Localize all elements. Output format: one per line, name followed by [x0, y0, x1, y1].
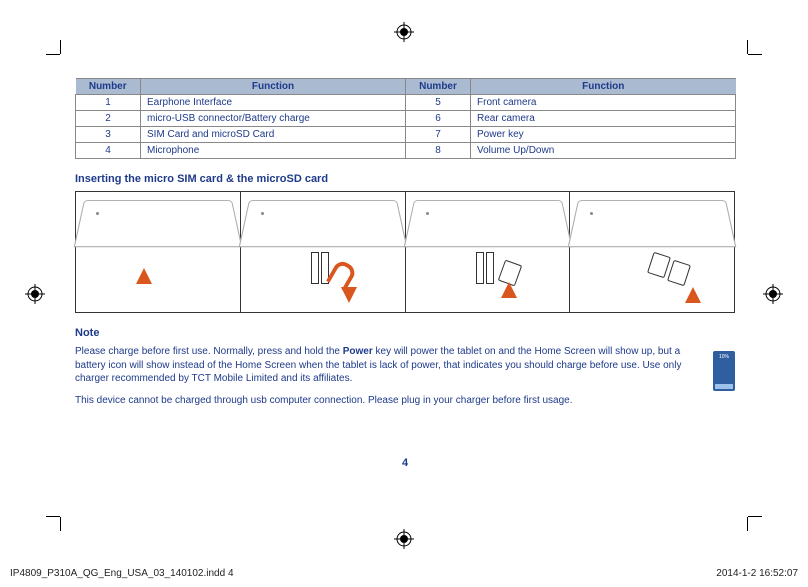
cell-number: 2 [76, 111, 141, 127]
registration-mark-icon [763, 284, 783, 304]
low-battery-icon [713, 351, 735, 391]
note-text: Please charge before first use. Normally… [75, 345, 705, 407]
registration-mark-icon [25, 284, 45, 304]
arrow-up-icon [501, 282, 517, 298]
section-title: Inserting the micro SIM card & the micro… [75, 173, 735, 185]
footer-file: IP4809_P310A_QG_Eng_USA_03_140102.indd 4 [10, 568, 234, 579]
arrow-up-icon [136, 268, 152, 284]
arrow-up-icon [685, 287, 701, 303]
cell-function: Power key [471, 127, 736, 143]
registration-mark-icon [394, 529, 414, 549]
cell-function: Rear camera [471, 111, 736, 127]
print-footer: IP4809_P310A_QG_Eng_USA_03_140102.indd 4… [10, 568, 798, 579]
function-table: Number Function Number Function 1 Earpho… [75, 78, 736, 159]
arrow-down-icon [341, 287, 357, 303]
cell-number: 7 [406, 127, 471, 143]
cell-function: Front camera [471, 95, 736, 111]
cell-number: 6 [406, 111, 471, 127]
cell-function: micro-USB connector/Battery charge [141, 111, 406, 127]
col-number: Number [406, 79, 471, 95]
sim-card-icon [647, 252, 671, 278]
cell-function: SIM Card and microSD Card [141, 127, 406, 143]
table-header-row: Number Function Number Function [76, 79, 736, 95]
document-page: Number Function Number Function 1 Earpho… [75, 78, 735, 469]
col-function: Function [471, 79, 736, 95]
figure-step [76, 192, 241, 312]
cell-number: 4 [76, 143, 141, 159]
note-text-bold: Power [343, 346, 373, 357]
note-heading: Note [75, 327, 735, 339]
footer-timestamp: 2014-1-2 16:52:07 [716, 568, 798, 579]
cell-number: 1 [76, 95, 141, 111]
col-function: Function [141, 79, 406, 95]
microsd-card-icon [667, 260, 691, 286]
cell-number: 8 [406, 143, 471, 159]
page-number: 4 [75, 457, 735, 469]
figure-step [570, 192, 734, 312]
cell-function: Volume Up/Down [471, 143, 736, 159]
registration-mark-icon [394, 22, 414, 42]
cell-function: Microphone [141, 143, 406, 159]
note-text-pre: Please charge before first use. Normally… [75, 346, 343, 357]
figure-step [241, 192, 406, 312]
table-row: 2 micro-USB connector/Battery charge 6 R… [76, 111, 736, 127]
table-row: 1 Earphone Interface 5 Front camera [76, 95, 736, 111]
figure-step [406, 192, 571, 312]
cell-function: Earphone Interface [141, 95, 406, 111]
table-row: 3 SIM Card and microSD Card 7 Power key [76, 127, 736, 143]
figure-strip [75, 191, 735, 313]
note-text-2: This device cannot be charged through us… [75, 395, 573, 406]
table-row: 4 Microphone 8 Volume Up/Down [76, 143, 736, 159]
col-number: Number [76, 79, 141, 95]
note-block: Please charge before first use. Normally… [75, 345, 735, 407]
cell-number: 3 [76, 127, 141, 143]
cell-number: 5 [406, 95, 471, 111]
